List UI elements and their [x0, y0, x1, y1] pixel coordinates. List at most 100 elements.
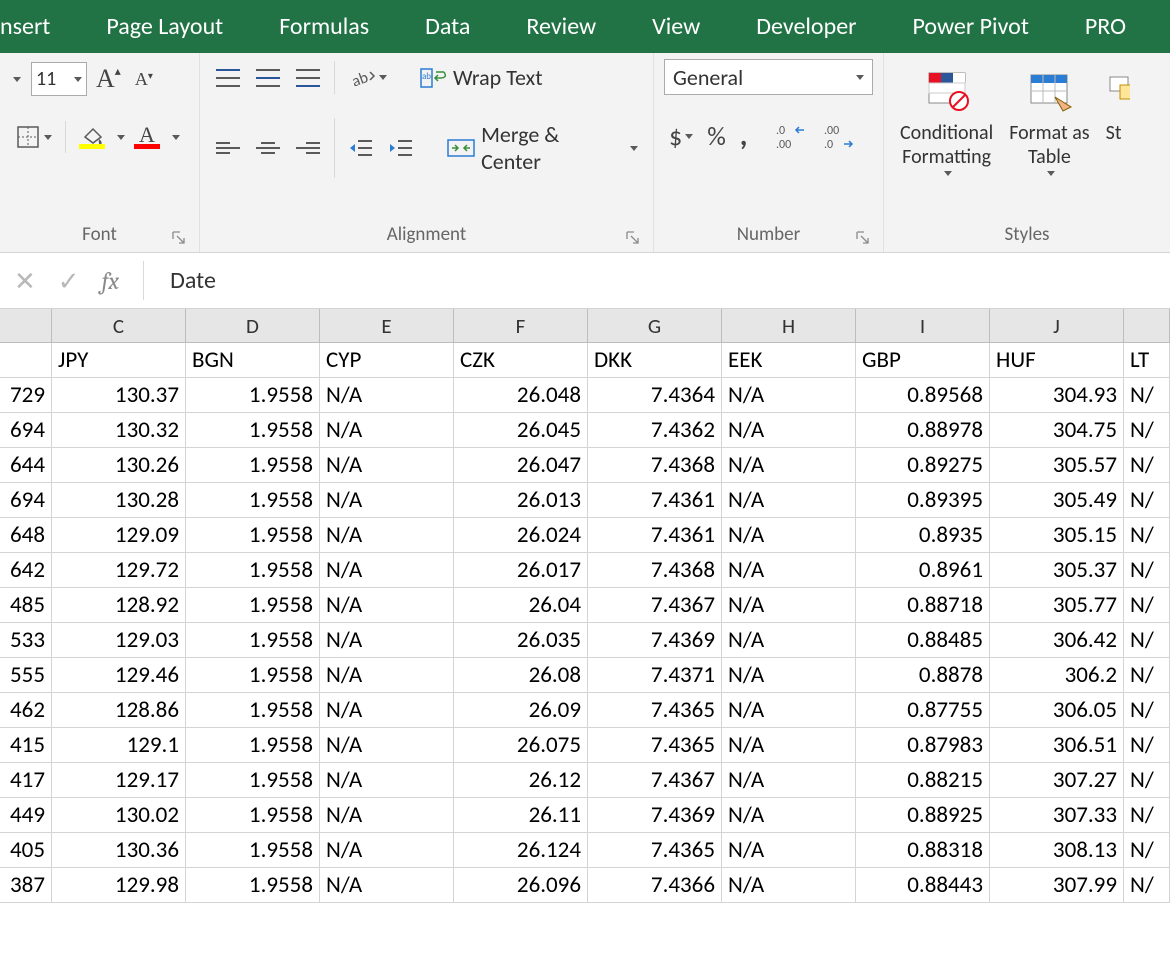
- cell[interactable]: 26.124: [454, 833, 588, 867]
- decrease-font-size-button[interactable]: A▾: [130, 64, 158, 95]
- cell[interactable]: N/A: [722, 518, 856, 552]
- cell[interactable]: N/A: [722, 553, 856, 587]
- cell[interactable]: JPY: [52, 343, 186, 377]
- cell[interactable]: 0.88718: [856, 588, 990, 622]
- cell[interactable]: N/: [1124, 728, 1170, 762]
- cell[interactable]: 307.27: [990, 763, 1124, 797]
- cell[interactable]: 305.77: [990, 588, 1124, 622]
- cell[interactable]: [0, 343, 52, 377]
- cell[interactable]: 26.08: [454, 658, 588, 692]
- cell[interactable]: 306.51: [990, 728, 1124, 762]
- cell[interactable]: N/: [1124, 833, 1170, 867]
- cell[interactable]: 0.88978: [856, 413, 990, 447]
- cell[interactable]: 305.15: [990, 518, 1124, 552]
- cell[interactable]: EEK: [722, 343, 856, 377]
- cell[interactable]: 306.05: [990, 693, 1124, 727]
- cell[interactable]: 129.98: [52, 868, 186, 902]
- column-header-e[interactable]: E: [320, 309, 454, 342]
- cell[interactable]: 0.88485: [856, 623, 990, 657]
- cell[interactable]: N/A: [722, 833, 856, 867]
- cell[interactable]: 0.88318: [856, 833, 990, 867]
- cell[interactable]: 308.13: [990, 833, 1124, 867]
- cell[interactable]: N/A: [722, 378, 856, 412]
- cell[interactable]: 130.26: [52, 448, 186, 482]
- cell[interactable]: N/A: [722, 798, 856, 832]
- cell[interactable]: 129.1: [52, 728, 186, 762]
- cell[interactable]: 26.047: [454, 448, 588, 482]
- fill-color-button[interactable]: [74, 120, 110, 154]
- font-color-button[interactable]: A: [129, 120, 165, 154]
- tab-formulas[interactable]: Formulas: [251, 0, 397, 53]
- cell[interactable]: N/A: [320, 553, 454, 587]
- cell[interactable]: N/A: [320, 868, 454, 902]
- tab-review[interactable]: Review: [498, 0, 624, 53]
- number-dialog-launcher[interactable]: [855, 230, 871, 246]
- cell[interactable]: 26.04: [454, 588, 588, 622]
- cell[interactable]: 129.17: [52, 763, 186, 797]
- cell[interactable]: 1.9558: [186, 413, 320, 447]
- cell[interactable]: 26.017: [454, 553, 588, 587]
- cell[interactable]: 405: [0, 833, 52, 867]
- cell[interactable]: N/A: [320, 518, 454, 552]
- cell[interactable]: 1.9558: [186, 553, 320, 587]
- cell[interactable]: 26.096: [454, 868, 588, 902]
- cell-styles-button[interactable]: St: [1100, 59, 1130, 145]
- cell[interactable]: 533: [0, 623, 52, 657]
- cell[interactable]: 130.02: [52, 798, 186, 832]
- cell[interactable]: 729: [0, 378, 52, 412]
- cell[interactable]: N/A: [320, 378, 454, 412]
- conditional-formatting-button[interactable]: Conditional Formatting: [894, 59, 999, 176]
- align-center-button[interactable]: [250, 132, 286, 164]
- cell[interactable]: 648: [0, 518, 52, 552]
- cell[interactable]: 26.013: [454, 483, 588, 517]
- cell[interactable]: 644: [0, 448, 52, 482]
- cell[interactable]: 306.2: [990, 658, 1124, 692]
- cell[interactable]: 1.9558: [186, 798, 320, 832]
- cell[interactable]: 694: [0, 483, 52, 517]
- cell[interactable]: 0.88215: [856, 763, 990, 797]
- cell[interactable]: LT: [1124, 343, 1170, 377]
- cell[interactable]: 26.035: [454, 623, 588, 657]
- cell[interactable]: N/A: [722, 448, 856, 482]
- cell[interactable]: N/A: [320, 448, 454, 482]
- cell[interactable]: N/A: [320, 413, 454, 447]
- cell[interactable]: 7.4365: [588, 693, 722, 727]
- cell[interactable]: N/A: [320, 763, 454, 797]
- insert-function-button[interactable]: fx: [102, 267, 120, 295]
- cell[interactable]: 417: [0, 763, 52, 797]
- cell[interactable]: 129.72: [52, 553, 186, 587]
- cell[interactable]: 0.8961: [856, 553, 990, 587]
- cell[interactable]: 130.37: [52, 378, 186, 412]
- cell[interactable]: 1.9558: [186, 763, 320, 797]
- cell[interactable]: N/: [1124, 693, 1170, 727]
- decrease-decimal-button[interactable]: .00.0: [817, 117, 861, 155]
- cell[interactable]: 7.4362: [588, 413, 722, 447]
- cell[interactable]: N/A: [722, 728, 856, 762]
- cell[interactable]: N/: [1124, 763, 1170, 797]
- cell[interactable]: 7.4368: [588, 553, 722, 587]
- cell[interactable]: N/A: [320, 728, 454, 762]
- cell[interactable]: N/: [1124, 623, 1170, 657]
- cell[interactable]: BGN: [186, 343, 320, 377]
- cell[interactable]: 415: [0, 728, 52, 762]
- cell[interactable]: N/A: [320, 798, 454, 832]
- align-bottom-button[interactable]: [290, 62, 326, 94]
- cell[interactable]: N/A: [722, 693, 856, 727]
- cell[interactable]: 130.36: [52, 833, 186, 867]
- cell[interactable]: 462: [0, 693, 52, 727]
- percent-format-button[interactable]: %: [702, 115, 731, 157]
- cell[interactable]: 1.9558: [186, 868, 320, 902]
- cell[interactable]: GBP: [856, 343, 990, 377]
- formula-cancel-button[interactable]: ✕: [14, 265, 36, 297]
- cell[interactable]: 26.045: [454, 413, 588, 447]
- cell[interactable]: 1.9558: [186, 448, 320, 482]
- cell[interactable]: 26.048: [454, 378, 588, 412]
- cell[interactable]: 306.42: [990, 623, 1124, 657]
- increase-decimal-button[interactable]: .0.00: [769, 117, 813, 155]
- cell[interactable]: N/A: [320, 833, 454, 867]
- cell[interactable]: 0.8935: [856, 518, 990, 552]
- increase-indent-button[interactable]: [383, 132, 419, 164]
- tab-view[interactable]: View: [624, 0, 728, 53]
- cell[interactable]: N/A: [722, 483, 856, 517]
- orientation-button[interactable]: ab: [343, 61, 392, 95]
